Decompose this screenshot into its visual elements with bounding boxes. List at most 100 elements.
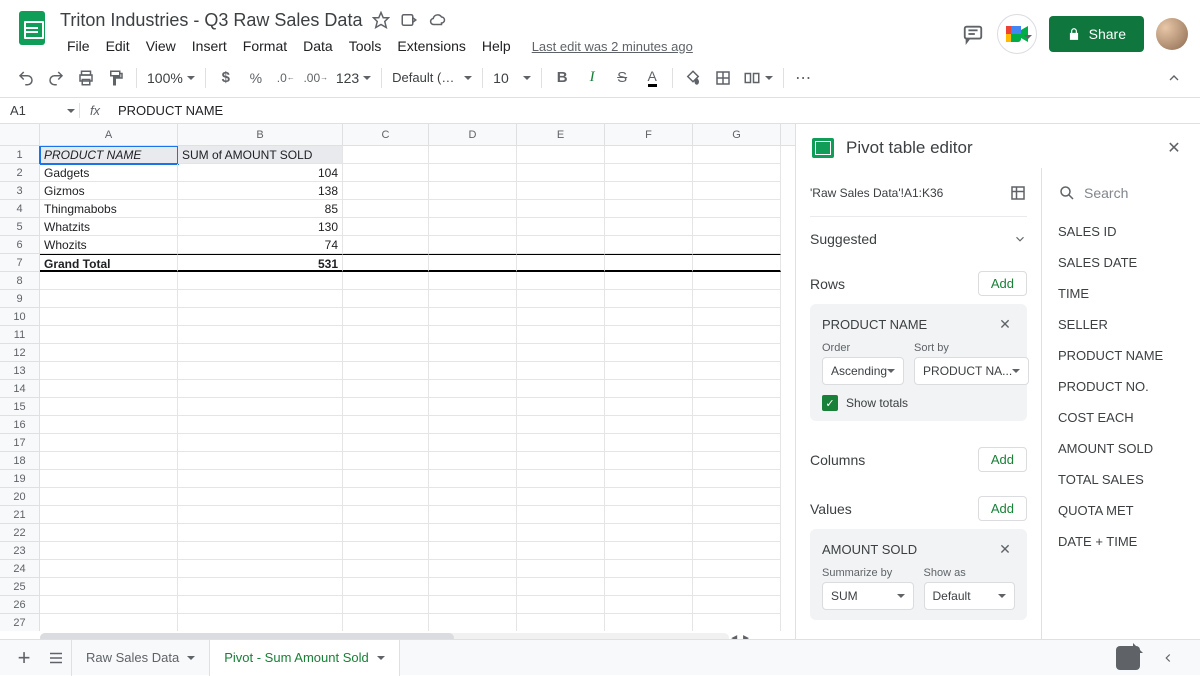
bold-button[interactable]: B xyxy=(548,64,576,92)
menu-edit[interactable]: Edit xyxy=(99,34,137,58)
cell[interactable] xyxy=(40,578,178,596)
row-header[interactable]: 12 xyxy=(0,344,40,362)
remove-row-icon[interactable]: ✕ xyxy=(995,314,1015,334)
row-header[interactable]: 16 xyxy=(0,416,40,434)
share-button[interactable]: Share xyxy=(1049,16,1144,52)
cell[interactable] xyxy=(429,542,517,560)
menu-insert[interactable]: Insert xyxy=(185,34,234,58)
cell[interactable]: 531 xyxy=(178,254,343,272)
cell[interactable] xyxy=(605,362,693,380)
row-header[interactable]: 4 xyxy=(0,200,40,218)
field-item[interactable]: QUOTA MET xyxy=(1058,495,1184,526)
cell[interactable] xyxy=(693,506,781,524)
cell[interactable] xyxy=(429,506,517,524)
fill-color-button[interactable] xyxy=(679,64,707,92)
cell[interactable] xyxy=(343,524,429,542)
cell[interactable] xyxy=(343,182,429,200)
cell[interactable] xyxy=(40,272,178,290)
comment-history-icon[interactable] xyxy=(961,22,985,46)
meet-button[interactable] xyxy=(997,14,1037,54)
cell[interactable] xyxy=(343,560,429,578)
cell[interactable] xyxy=(178,542,343,560)
col-header-C[interactable]: C xyxy=(343,124,429,145)
cell[interactable] xyxy=(40,560,178,578)
cell[interactable] xyxy=(429,524,517,542)
cell[interactable] xyxy=(517,308,605,326)
cell[interactable] xyxy=(178,434,343,452)
showas-select[interactable]: Default xyxy=(924,582,1016,610)
cell[interactable] xyxy=(605,290,693,308)
cell[interactable] xyxy=(429,146,517,164)
cell[interactable] xyxy=(517,488,605,506)
sortby-select[interactable]: PRODUCT NA... xyxy=(914,357,1029,385)
cell[interactable] xyxy=(429,398,517,416)
star-icon[interactable] xyxy=(372,11,390,29)
cell[interactable] xyxy=(517,614,605,631)
number-format-select[interactable]: 123 xyxy=(332,64,375,92)
row-header[interactable]: 27 xyxy=(0,614,40,631)
row-header[interactable]: 18 xyxy=(0,452,40,470)
menu-format[interactable]: Format xyxy=(236,34,294,58)
cell[interactable] xyxy=(40,290,178,308)
cell[interactable] xyxy=(693,470,781,488)
cell[interactable] xyxy=(343,506,429,524)
cell[interactable] xyxy=(429,416,517,434)
cell[interactable] xyxy=(517,344,605,362)
cell[interactable] xyxy=(178,596,343,614)
cell[interactable] xyxy=(517,434,605,452)
cell[interactable] xyxy=(605,254,693,272)
row-header[interactable]: 3 xyxy=(0,182,40,200)
cell[interactable]: SUM of AMOUNT SOLD xyxy=(178,146,343,164)
cell[interactable] xyxy=(693,560,781,578)
cell[interactable] xyxy=(343,416,429,434)
col-header-A[interactable]: A xyxy=(40,124,178,145)
account-avatar[interactable] xyxy=(1156,18,1188,50)
name-box[interactable]: A1 xyxy=(0,103,80,118)
field-item[interactable]: SALES ID xyxy=(1058,216,1184,247)
row-header[interactable]: 23 xyxy=(0,542,40,560)
cell[interactable] xyxy=(517,362,605,380)
more-toolbar-button[interactable]: ⋯ xyxy=(790,64,818,92)
cell[interactable] xyxy=(429,218,517,236)
row-header[interactable]: 9 xyxy=(0,290,40,308)
all-sheets-button[interactable] xyxy=(40,642,72,674)
cell[interactable] xyxy=(605,416,693,434)
show-totals-checkbox[interactable]: ✓ xyxy=(822,395,838,411)
print-button[interactable] xyxy=(72,64,100,92)
cell[interactable] xyxy=(693,200,781,218)
cell[interactable] xyxy=(517,542,605,560)
col-header-E[interactable]: E xyxy=(517,124,605,145)
remove-value-icon[interactable]: ✕ xyxy=(995,539,1015,559)
cell[interactable] xyxy=(517,596,605,614)
cell[interactable] xyxy=(605,308,693,326)
cell[interactable] xyxy=(605,542,693,560)
cell[interactable] xyxy=(343,326,429,344)
row-header[interactable]: 19 xyxy=(0,470,40,488)
cell[interactable] xyxy=(605,398,693,416)
cell[interactable] xyxy=(693,254,781,272)
row-header[interactable]: 15 xyxy=(0,398,40,416)
cell[interactable] xyxy=(517,578,605,596)
cell[interactable] xyxy=(343,488,429,506)
field-item[interactable]: DATE + TIME xyxy=(1058,526,1184,557)
font-select[interactable]: Default (Ari... xyxy=(388,64,476,92)
paint-format-button[interactable] xyxy=(102,64,130,92)
cell[interactable] xyxy=(40,452,178,470)
cell[interactable] xyxy=(343,542,429,560)
cell[interactable]: 130 xyxy=(178,218,343,236)
cell[interactable] xyxy=(693,398,781,416)
cell[interactable] xyxy=(605,578,693,596)
menu-data[interactable]: Data xyxy=(296,34,340,58)
cell[interactable] xyxy=(693,614,781,631)
cell[interactable] xyxy=(178,578,343,596)
borders-button[interactable] xyxy=(709,64,737,92)
formula-input[interactable]: PRODUCT NAME xyxy=(110,103,1200,118)
cell[interactable] xyxy=(343,362,429,380)
summarize-select[interactable]: SUM xyxy=(822,582,914,610)
cell[interactable] xyxy=(693,236,781,254)
cell[interactable] xyxy=(40,488,178,506)
currency-button[interactable]: $ xyxy=(212,64,240,92)
decrease-decimal-button[interactable]: .0← xyxy=(272,64,300,92)
row-header[interactable]: 24 xyxy=(0,560,40,578)
field-item[interactable]: PRODUCT NAME xyxy=(1058,340,1184,371)
